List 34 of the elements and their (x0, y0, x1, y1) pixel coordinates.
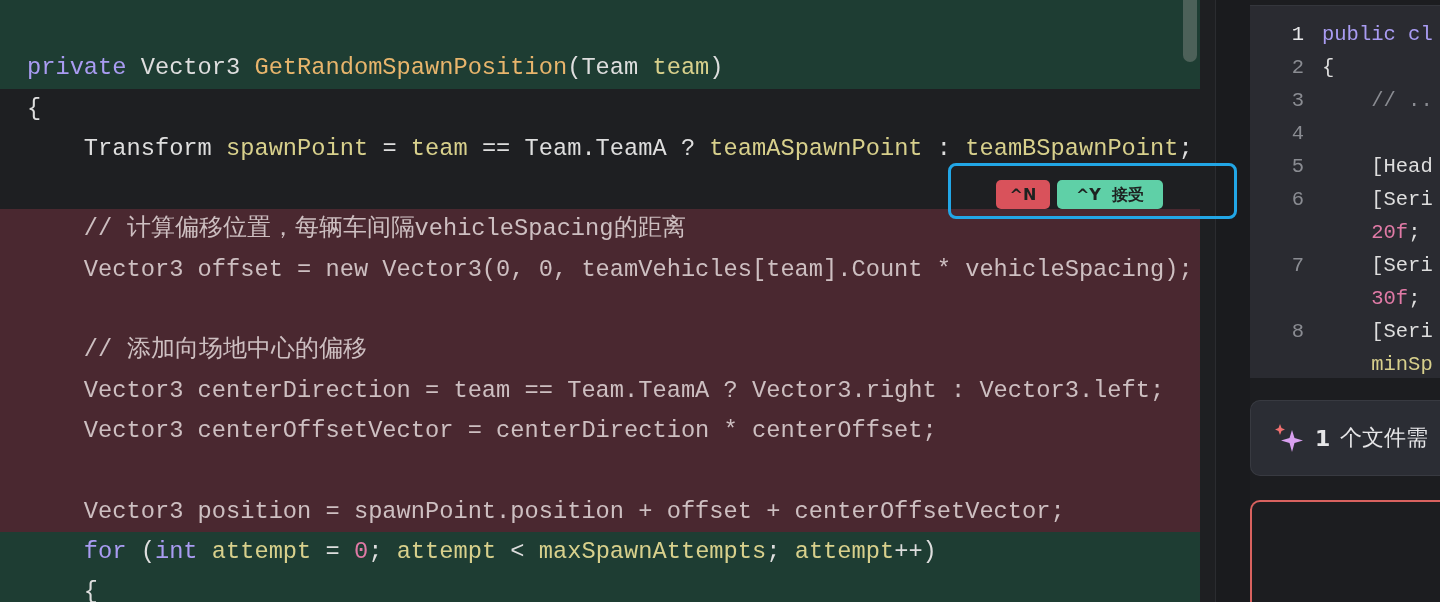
reject-button[interactable]: ^N (996, 180, 1050, 209)
line-number: 3 (1290, 88, 1305, 114)
summary-card[interactable]: 1 个文件需 (1250, 400, 1440, 476)
code-line: // .. (1370, 88, 1433, 114)
code-line: public cl (1322, 22, 1433, 48)
code-line: Vector3 offset = new Vector3(0, 0, teamVehicles[team].Count * vehicleSpacing); (82, 255, 1193, 283)
code-line: for (int attempt = 0; attempt < maxSpawnAttempts; attempt++) (82, 537, 937, 565)
code-line: [Seri (1370, 187, 1433, 213)
code-line: 30f; (1370, 286, 1421, 312)
line-number: 1 (1290, 22, 1305, 48)
line-number: 8 (1290, 319, 1305, 345)
code-line: Vector3 centerOffsetVector = centerDirection * centerOffset; (82, 416, 937, 444)
code-line: Transform spawnPoint = team == Team.TeamA ? teamASpawnPoint : teamBSpawnPoint; (82, 134, 1193, 162)
code-line: [Seri (1370, 253, 1433, 279)
line-number: 7 (1290, 253, 1305, 279)
code-line: { (1322, 55, 1335, 81)
line-number: 2 (1290, 55, 1305, 81)
code-line: // 计算偏移位置，每辆车间隔vehicleSpacing的距离 (82, 215, 686, 243)
code-line: [Head (1370, 154, 1433, 180)
line-number: 5 (1290, 154, 1305, 180)
line-number: 4 (1290, 121, 1305, 147)
code-line: Vector3 position = spawnPoint.position + offset + centerOffsetVector; (82, 497, 1065, 525)
accept-button[interactable]: ^Y 接受 (1057, 180, 1163, 209)
code-line: // 添加向场地中心的偏移 (82, 336, 367, 364)
line-number: 6 (1290, 187, 1305, 213)
code-line: 20f; (1370, 220, 1421, 246)
scrollbar-thumb[interactable] (1183, 0, 1197, 62)
file-count: 1 (1315, 425, 1331, 451)
code-line: Vector3 centerDirection = team == Team.TeamA ? Vector3.right : Vector3.left; (82, 376, 1165, 404)
code-line: [Seri (1370, 319, 1433, 345)
code-line: { (27, 94, 42, 122)
code-line: private Vector3 GetRandomSpawnPosition(Team team) (27, 54, 724, 82)
code-line: minSp (1370, 352, 1433, 378)
summary-text: 个文件需 (1340, 424, 1429, 452)
